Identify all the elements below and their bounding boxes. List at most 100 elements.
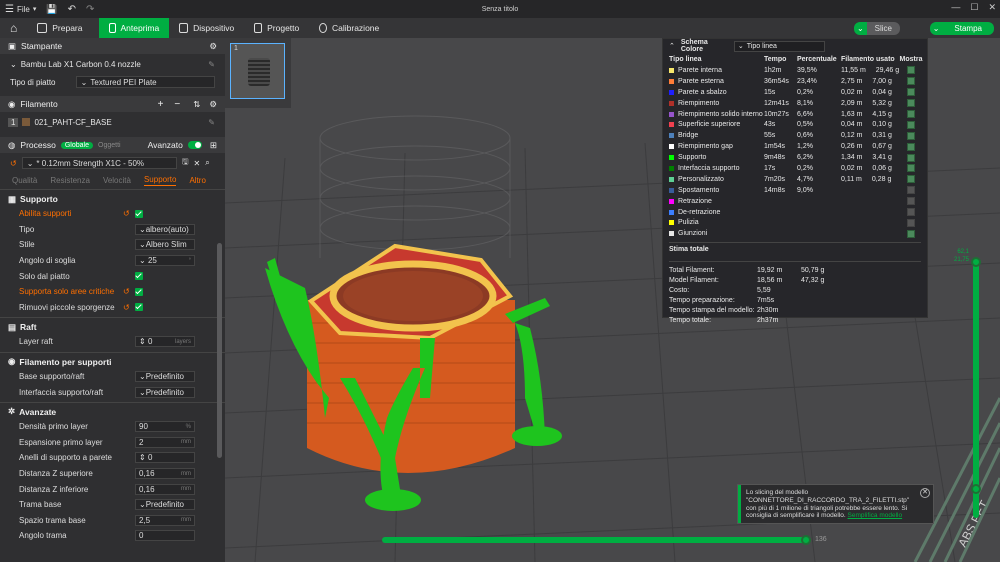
printer-selector[interactable]: ⌄ Bambu Lab X1 Carbon 0.4 nozzle ✎: [0, 54, 225, 74]
legend-show-checkbox[interactable]: [907, 99, 915, 108]
legend-col-filament: Filamento usato: [841, 55, 895, 63]
legend-show-checkbox[interactable]: [907, 77, 915, 86]
filament-slot-1[interactable]: 1 021_PAHT-CF_BASE ✎: [0, 112, 225, 132]
pattern-angle-input[interactable]: 0: [135, 530, 195, 542]
move-slider-handle[interactable]: [801, 535, 811, 545]
base-pattern-select[interactable]: ⌄ Predefinito: [135, 499, 195, 511]
first-expansion-input[interactable]: 2 mm: [135, 436, 195, 448]
sync-icon[interactable]: ⇅: [193, 99, 200, 110]
maximize-icon[interactable]: ☐: [970, 2, 978, 13]
close-icon[interactable]: ✕: [194, 159, 201, 168]
remove-icon[interactable]: −: [174, 99, 180, 110]
legend-show-checkbox[interactable]: [907, 120, 915, 129]
subtab-support[interactable]: Supporto: [143, 175, 177, 186]
legend-show-checkbox[interactable]: [907, 153, 915, 162]
gear-icon[interactable]: ⚙: [209, 99, 217, 110]
legend-row: Parete interna 1h2m 39,5% 11,55 m 29,46 g: [663, 65, 927, 76]
interface-filament-select[interactable]: ⌄ Predefinito: [135, 386, 195, 398]
tab-device[interactable]: Dispositivo: [169, 18, 244, 38]
process-section-title: Processo: [20, 140, 56, 150]
save-preset-icon[interactable]: 🖫: [182, 156, 189, 170]
search-icon[interactable]: ⌕: [205, 158, 209, 168]
reset-icon[interactable]: ↺: [123, 303, 130, 312]
redo-icon[interactable]: ↷: [81, 0, 99, 18]
bottom-z-input[interactable]: 0,16 mm: [135, 483, 195, 495]
edit-icon[interactable]: ✎: [208, 60, 215, 69]
add-icon[interactable]: +: [158, 99, 164, 110]
close-icon[interactable]: ✕: [988, 2, 996, 13]
plate-thumbnail[interactable]: 1: [230, 43, 285, 99]
legend-show-checkbox[interactable]: [907, 66, 915, 75]
support-type-select[interactable]: ⌄ albero(auto): [135, 223, 195, 235]
threshold-angle-input[interactable]: ⌄ 25 °: [135, 255, 195, 267]
subtab-strength[interactable]: Resistenza: [50, 176, 90, 185]
raft-layers-input[interactable]: ⇕ 0 layers: [135, 336, 195, 348]
remove-small-checkbox[interactable]: [135, 303, 143, 312]
critical-only-row: Supporta solo aree critiche ↺: [0, 284, 225, 300]
legend-show-checkbox[interactable]: [907, 208, 915, 217]
plate-type-select[interactable]: ⌄ Textured PEI Plate: [75, 76, 215, 88]
layer-slider-top-handle[interactable]: [971, 257, 981, 267]
slice-button[interactable]: Slice: [866, 22, 900, 35]
process-preset-select[interactable]: ⌄ * 0.12mm Strength X1C - 50%: [21, 157, 177, 169]
reset-icon[interactable]: ↺: [10, 159, 17, 168]
save-icon[interactable]: 💾: [41, 0, 62, 18]
line-type-select[interactable]: ⌄ Tipo linea: [733, 40, 825, 52]
subtab-speed[interactable]: Velocità: [103, 176, 131, 185]
tab-project[interactable]: Progetto: [244, 18, 309, 38]
legend-show-checkbox[interactable]: [907, 88, 915, 97]
remove-small-label: Rimuovi piccole sporgenze: [19, 302, 115, 312]
sidebar-scrollbar[interactable]: [217, 243, 222, 458]
layer-slider[interactable]: [973, 260, 979, 518]
minimize-icon[interactable]: —: [951, 2, 960, 13]
legend-row-fil-m: 1,34 m: [841, 154, 863, 162]
collapse-icon[interactable]: ⌃: [669, 42, 675, 50]
tab-preview[interactable]: Anteprima: [99, 18, 170, 38]
layer-slider-bottom-handle[interactable]: [971, 484, 981, 494]
pattern-spacing-input[interactable]: 2,5 mm: [135, 514, 195, 526]
move-slider[interactable]: [382, 537, 807, 543]
legend-show-checkbox[interactable]: [907, 142, 915, 151]
subtab-other[interactable]: Altro: [189, 176, 205, 185]
support-style-select[interactable]: ⌄ Albero Slim: [135, 239, 195, 251]
legend-show-checkbox[interactable]: [907, 164, 915, 173]
close-icon[interactable]: ✕: [920, 488, 930, 498]
legend-show-checkbox[interactable]: [907, 175, 915, 184]
reset-icon[interactable]: ↺: [123, 287, 130, 296]
home-icon[interactable]: ⌂: [0, 18, 27, 38]
enable-support-checkbox[interactable]: [135, 209, 143, 218]
first-density-input[interactable]: 90%: [135, 421, 195, 433]
legend-show-checkbox[interactable]: [907, 186, 915, 195]
print-dropdown[interactable]: ⌄: [929, 22, 943, 35]
legend-row: Interfaccia supporto 17s 0,2% 0,02 m 0,06 g: [663, 163, 927, 174]
legend-show-checkbox[interactable]: [907, 218, 915, 227]
print-button[interactable]: Stampa: [942, 22, 994, 35]
tab-calibration[interactable]: Calibrazione: [309, 18, 389, 38]
simplify-model-link[interactable]: Semplifica modello: [848, 512, 903, 519]
legend-show-checkbox[interactable]: [907, 229, 915, 238]
legend-row-name: Parete interna: [678, 66, 722, 74]
legend-show-checkbox[interactable]: [907, 131, 915, 140]
reset-icon[interactable]: ↺: [123, 209, 130, 218]
on-build-plate-checkbox[interactable]: [135, 272, 143, 281]
chevron-down-icon: ⌄: [139, 224, 146, 234]
gear-icon[interactable]: ⚙: [209, 41, 217, 52]
subtab-quality[interactable]: Qualità: [12, 176, 37, 185]
legend-show-checkbox[interactable]: [907, 197, 915, 206]
wall-loops-input[interactable]: ⇕ 0: [135, 452, 195, 464]
preview-viewport[interactable]: ABS PET 1 ⌃ Schema Colore ⌄ Tipo linea T…: [225, 38, 1000, 562]
file-menu[interactable]: ☰ File ▾: [0, 0, 41, 18]
legend-show-checkbox[interactable]: [907, 110, 915, 118]
advanced-toggle[interactable]: [187, 141, 202, 149]
compare-icon[interactable]: ⊞: [210, 140, 217, 151]
process-global-toggle[interactable]: Globale: [60, 141, 93, 149]
undo-icon[interactable]: ↶: [63, 0, 81, 18]
base-filament-select[interactable]: ⌄ Predefinito: [135, 371, 195, 383]
slice-dropdown[interactable]: ⌄: [853, 22, 867, 35]
process-objects-toggle[interactable]: Oggetti: [98, 142, 121, 149]
edit-icon[interactable]: ✎: [208, 118, 215, 127]
tab-prepare[interactable]: Prepara: [27, 18, 99, 38]
first-expansion-value: 2: [139, 437, 144, 447]
top-z-input[interactable]: 0,16 mm: [135, 468, 195, 480]
critical-only-checkbox[interactable]: [135, 287, 143, 296]
